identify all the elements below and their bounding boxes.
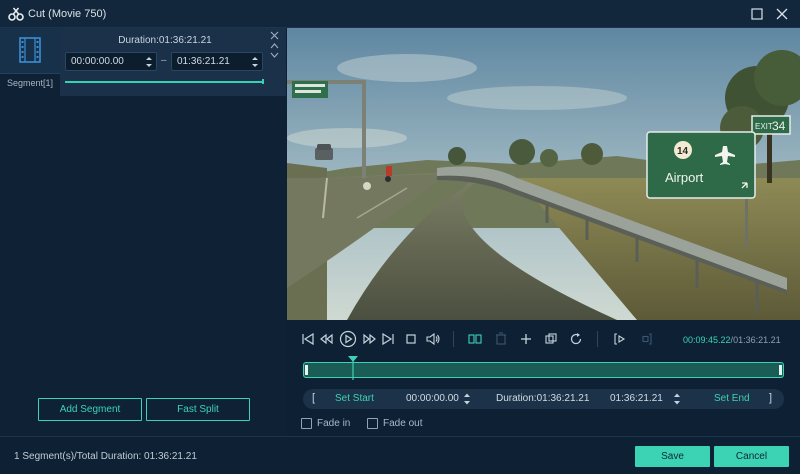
- segment-label[interactable]: Segment[1]: [0, 78, 60, 88]
- delete-icon: [493, 331, 509, 347]
- stepper-icon[interactable]: [145, 55, 153, 69]
- title-bar: Cut (Movie 750): [0, 0, 800, 28]
- timeline-end-handle[interactable]: [779, 365, 782, 375]
- segment-progress-end: [262, 79, 264, 84]
- set-start-button[interactable]: Set Start: [335, 393, 374, 404]
- segment-end-field[interactable]: 01:36:21.21: [171, 52, 263, 71]
- timeline-track[interactable]: [303, 362, 784, 378]
- stepper-icon[interactable]: [673, 391, 681, 407]
- mark-out-icon: [638, 331, 654, 347]
- footer-bar: 1 Segment(s)/Total Duration: 01:36:21.21…: [0, 436, 800, 474]
- stepper-icon[interactable]: [463, 391, 471, 407]
- cancel-button[interactable]: Cancel: [714, 446, 789, 467]
- save-button[interactable]: Save: [635, 446, 710, 467]
- fade-out-checkbox[interactable]: Fade out: [367, 417, 437, 431]
- mark-in-icon[interactable]: [612, 331, 628, 347]
- video-frame-image: EXIT 34 14 Airport: [287, 28, 800, 320]
- playhead[interactable]: [348, 356, 359, 380]
- move-up-icon[interactable]: [270, 42, 279, 49]
- scissors-icon: [8, 7, 24, 21]
- segment-start-field[interactable]: 00:00:00.00: [65, 52, 157, 71]
- control-divider: [453, 331, 454, 347]
- add-icon[interactable]: [518, 331, 534, 347]
- move-down-icon[interactable]: [270, 52, 279, 59]
- copy-icon[interactable]: [543, 331, 559, 347]
- skip-to-end-icon[interactable]: [380, 331, 396, 347]
- remove-segment-icon[interactable]: [270, 31, 279, 40]
- stepper-icon[interactable]: [251, 55, 259, 69]
- segment-thumbnail[interactable]: [0, 28, 60, 74]
- trim-left-bracket: [: [312, 392, 316, 404]
- control-divider: [597, 331, 598, 347]
- exit-sign-number: 34: [772, 119, 786, 133]
- segment-start-value: 00:00:00.00: [71, 56, 124, 67]
- film-strip-icon: [19, 37, 41, 63]
- step-forward-icon[interactable]: [362, 331, 378, 347]
- fast-split-button[interactable]: Fast Split: [146, 398, 250, 421]
- trim-duration: Duration:01:36:21.21: [496, 393, 590, 404]
- fade-out-label: Fade out: [383, 418, 423, 429]
- step-back-icon[interactable]: [318, 331, 334, 347]
- fade-in-label: Fade in: [317, 418, 351, 429]
- route-sign-number: 14: [677, 146, 689, 157]
- segment-panel: Segment[1] Duration:01:36:21.21 00:00:00…: [0, 28, 286, 436]
- playback-time: 00:09:45.22/01:36:21.21: [683, 335, 781, 345]
- trim-end-field[interactable]: 01:36:21.21: [610, 393, 663, 404]
- trim-right-bracket: ]: [769, 392, 773, 404]
- stop-icon[interactable]: [403, 331, 419, 347]
- segment-progress-bar: [65, 81, 263, 83]
- reset-icon[interactable]: [568, 331, 584, 347]
- fade-in-checkbox[interactable]: Fade in: [301, 417, 361, 431]
- play-icon[interactable]: [339, 330, 357, 348]
- segment-card: Duration:01:36:21.21 00:00:00.00 – 01:36…: [60, 28, 286, 96]
- total-time: 01:36:21.21: [733, 335, 781, 345]
- status-text: 1 Segment(s)/Total Duration: 01:36:21.21: [14, 451, 197, 462]
- add-segment-button[interactable]: Add Segment: [38, 398, 142, 421]
- airport-sign-text: Airport: [665, 170, 704, 185]
- video-preview[interactable]: EXIT 34 14 Airport: [287, 28, 800, 320]
- set-end-button[interactable]: Set End: [714, 393, 750, 404]
- player-controls: 00:09:45.22/01:36:21.21 [ Set Start 00:0…: [287, 320, 800, 436]
- split-icon[interactable]: [467, 331, 483, 347]
- window-title: Cut (Movie 750): [28, 8, 107, 20]
- volume-icon[interactable]: [425, 331, 441, 347]
- segment-duration: Duration:01:36:21.21: [118, 35, 212, 46]
- current-time: 00:09:45.22: [683, 335, 731, 345]
- time-range-dash: –: [161, 55, 167, 66]
- segment-end-value: 01:36:21.21: [177, 56, 230, 67]
- exit-sign-label: EXIT: [755, 122, 773, 131]
- checkbox-icon[interactable]: [367, 418, 378, 429]
- close-icon[interactable]: [775, 7, 789, 21]
- restore-icon[interactable]: [750, 7, 764, 21]
- timeline-start-handle[interactable]: [305, 365, 308, 375]
- trim-bar: [ Set Start 00:00:00.00 Duration:01:36:2…: [303, 389, 784, 409]
- skip-to-start-icon[interactable]: [300, 331, 316, 347]
- checkbox-icon[interactable]: [301, 418, 312, 429]
- trim-start-field[interactable]: 00:00:00.00: [406, 393, 459, 404]
